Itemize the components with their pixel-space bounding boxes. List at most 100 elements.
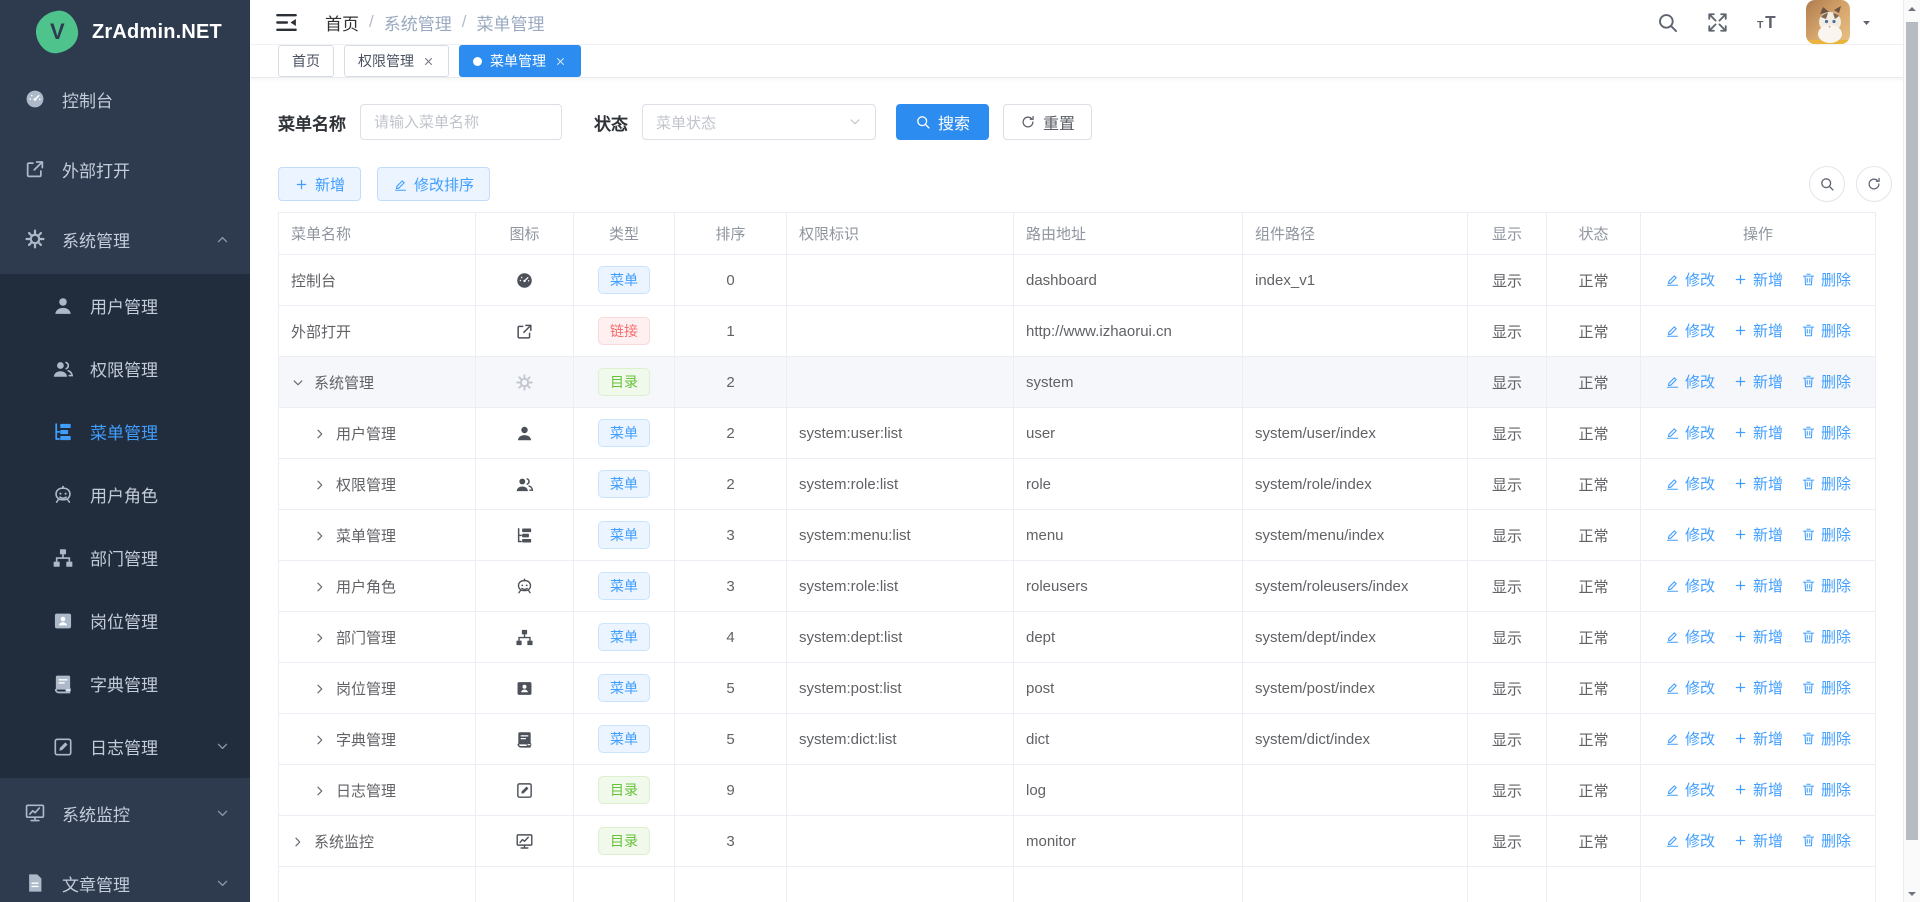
delete-link[interactable]: 删除 [1801, 371, 1851, 392]
cell-ops: 修改新增删除 [1641, 612, 1876, 663]
add-link[interactable]: 新增 [1733, 677, 1783, 698]
scrollbar-thumb[interactable] [1906, 22, 1918, 840]
chevron-right-icon[interactable] [313, 682, 327, 696]
cell-component: system/user/index [1243, 408, 1468, 459]
edit-link[interactable]: 修改 [1665, 473, 1715, 494]
edit-link[interactable]: 修改 [1665, 269, 1715, 290]
add-button[interactable]: 新增 [278, 167, 361, 201]
chevron-right-icon[interactable] [313, 784, 327, 798]
caret-down-icon[interactable] [1859, 15, 1874, 30]
chevron-down-icon[interactable] [291, 376, 305, 390]
status-select[interactable]: 菜单状态 [642, 104, 876, 140]
sidebar-item-system-management[interactable]: 系统管理 [0, 204, 250, 274]
add-link[interactable]: 新增 [1733, 371, 1783, 392]
sidebar-item-permission-management[interactable]: 权限管理 [0, 337, 250, 400]
vertical-scrollbar[interactable] [1903, 0, 1920, 902]
add-link[interactable]: 新增 [1733, 473, 1783, 494]
add-link[interactable]: 新增 [1733, 524, 1783, 545]
sidebar-item-dept-management[interactable]: 部门管理 [0, 526, 250, 589]
add-link[interactable]: 新增 [1733, 626, 1783, 647]
sidebar-item-post-management[interactable]: 岗位管理 [0, 589, 250, 652]
delete-link[interactable]: 删除 [1801, 524, 1851, 545]
add-link[interactable]: 新增 [1733, 830, 1783, 851]
fullscreen-icon[interactable] [1706, 11, 1729, 34]
font-size-icon[interactable]: TT [1756, 11, 1779, 34]
op-label: 修改 [1685, 422, 1715, 443]
show-search-button[interactable] [1809, 166, 1845, 202]
sidebar-item-log-management[interactable]: 日志管理 [0, 715, 250, 778]
avatar[interactable] [1806, 0, 1850, 44]
sidebar-item-external-open[interactable]: 外部打开 [0, 134, 250, 204]
column-header-icon: 图标 [476, 213, 574, 255]
cell-icon [476, 612, 574, 663]
chevron-right-icon[interactable] [313, 529, 327, 543]
chevron-right-icon[interactable] [313, 427, 327, 441]
edit-link[interactable]: 修改 [1665, 422, 1715, 443]
add-button-label: 新增 [315, 174, 345, 195]
refresh-table-button[interactable] [1856, 166, 1892, 202]
column-header-visible: 显示 [1468, 213, 1547, 255]
add-link[interactable]: 新增 [1733, 422, 1783, 443]
edit-link[interactable]: 修改 [1665, 626, 1715, 647]
delete-link[interactable]: 删除 [1801, 575, 1851, 596]
delete-link[interactable]: 删除 [1801, 320, 1851, 341]
close-icon[interactable] [554, 55, 567, 68]
op-label: 修改 [1685, 269, 1715, 290]
reset-button[interactable]: 重置 [1003, 104, 1092, 140]
scroll-up-arrow[interactable] [1904, 0, 1920, 17]
close-icon[interactable] [422, 55, 435, 68]
delete-link[interactable]: 删除 [1801, 779, 1851, 800]
scroll-down-arrow[interactable] [1904, 885, 1920, 902]
sidebar-item-article-management[interactable]: 文章管理 [0, 848, 250, 902]
tab-menu-management[interactable]: 菜单管理 [459, 45, 581, 77]
add-link[interactable]: 新增 [1733, 779, 1783, 800]
chevron-right-icon[interactable] [313, 733, 327, 747]
chevron-right-icon[interactable] [313, 631, 327, 645]
edit-link[interactable]: 修改 [1665, 779, 1715, 800]
breadcrumb-item[interactable]: 首页 [325, 10, 359, 35]
edit-link[interactable]: 修改 [1665, 320, 1715, 341]
cell-order: 3 [675, 816, 787, 867]
search-button[interactable]: 搜索 [896, 104, 989, 140]
add-link[interactable]: 新增 [1733, 575, 1783, 596]
add-link[interactable]: 新增 [1733, 320, 1783, 341]
chevron-right-icon[interactable] [313, 478, 327, 492]
refresh-icon [1020, 114, 1036, 130]
edit-link[interactable]: 修改 [1665, 524, 1715, 545]
cell-type: 菜单 [574, 612, 675, 663]
logo[interactable]: V ZrAdmin.NET [0, 0, 250, 64]
sidebar-item-console[interactable]: 控制台 [0, 64, 250, 134]
sidebar-item-system-monitor[interactable]: 系统监控 [0, 778, 250, 848]
edit-link[interactable]: 修改 [1665, 677, 1715, 698]
sidebar-collapse-icon[interactable] [274, 10, 299, 35]
sidebar-item-user-role[interactable]: 用户角色 [0, 463, 250, 526]
edit-link[interactable]: 修改 [1665, 830, 1715, 851]
sidebar-item-dict-management[interactable]: 字典管理 [0, 652, 250, 715]
sidebar-item-label: 部门管理 [90, 545, 158, 570]
log-icon [515, 781, 534, 800]
delete-link[interactable]: 删除 [1801, 422, 1851, 443]
chevron-right-icon[interactable] [291, 835, 305, 849]
cell-status: 正常 [1547, 408, 1641, 459]
delete-link[interactable]: 删除 [1801, 626, 1851, 647]
sidebar-item-user-management[interactable]: 用户管理 [0, 274, 250, 337]
tab-home[interactable]: 首页 [278, 45, 334, 77]
add-link[interactable]: 新增 [1733, 728, 1783, 749]
cell-type: 菜单 [574, 663, 675, 714]
menu-name-input[interactable] [360, 104, 562, 140]
add-link[interactable]: 新增 [1733, 269, 1783, 290]
sidebar-item-menu-management[interactable]: 菜单管理 [0, 400, 250, 463]
edit-sort-button[interactable]: 修改排序 [377, 167, 490, 201]
edit-link[interactable]: 修改 [1665, 371, 1715, 392]
delete-link[interactable]: 删除 [1801, 677, 1851, 698]
delete-link[interactable]: 删除 [1801, 473, 1851, 494]
delete-link[interactable]: 删除 [1801, 728, 1851, 749]
edit-link[interactable]: 修改 [1665, 575, 1715, 596]
chevron-right-icon[interactable] [313, 580, 327, 594]
tab-permission-management[interactable]: 权限管理 [344, 45, 449, 77]
delete-link[interactable]: 删除 [1801, 830, 1851, 851]
edit-link[interactable]: 修改 [1665, 728, 1715, 749]
cell-ops: 修改新增删除 [1641, 663, 1876, 714]
delete-link[interactable]: 删除 [1801, 269, 1851, 290]
search-icon[interactable] [1656, 11, 1679, 34]
